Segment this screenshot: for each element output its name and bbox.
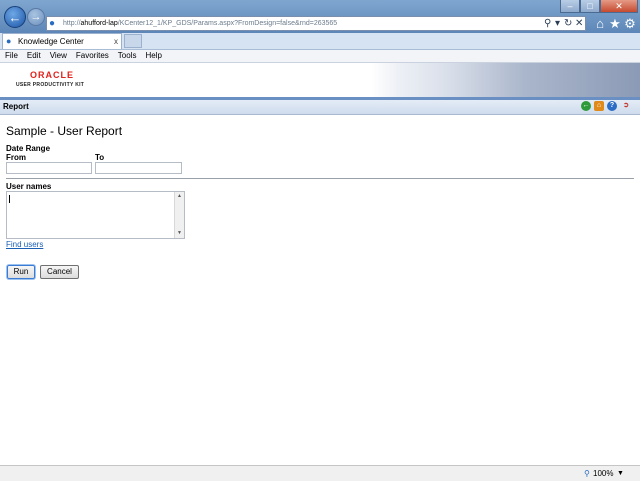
zoom-dropdown-icon[interactable]: ▼ bbox=[617, 468, 624, 479]
menu-favorites[interactable]: Favorites bbox=[71, 50, 113, 62]
search-icon[interactable]: ⚲ bbox=[544, 16, 551, 31]
section-divider bbox=[6, 178, 634, 179]
oracle-logo: ORACLE bbox=[30, 70, 74, 80]
ie-page-icon: ● bbox=[49, 18, 56, 29]
maximize-button[interactable]: □ bbox=[580, 0, 600, 13]
scroll-down-icon[interactable]: ▼ bbox=[175, 230, 184, 236]
back-button[interactable]: ← bbox=[4, 6, 26, 28]
tab-close-icon[interactable]: x bbox=[114, 36, 118, 47]
back-arrow-icon: ← bbox=[8, 9, 22, 25]
minimize-button[interactable]: – bbox=[560, 0, 580, 13]
textarea-scrollbar[interactable]: ▲ ▼ bbox=[174, 192, 184, 238]
tab-title: Knowledge Center bbox=[18, 37, 84, 46]
browser-titlebar: ← → ● http://ahufford-lap/KCenter12_1/KP… bbox=[0, 0, 640, 33]
find-users-link[interactable]: Find users bbox=[6, 240, 43, 249]
menu-bar: File Edit View Favorites Tools Help bbox=[0, 50, 640, 63]
green-back-icon[interactable]: ← bbox=[581, 101, 591, 111]
run-button[interactable]: Run bbox=[7, 265, 35, 279]
menu-view[interactable]: View bbox=[45, 50, 71, 62]
ie-page-icon: ● bbox=[6, 36, 12, 46]
cancel-button[interactable]: Cancel bbox=[40, 265, 79, 279]
zoom-level[interactable]: 100% bbox=[593, 468, 613, 479]
logout-icon[interactable]: ➲ bbox=[621, 101, 631, 111]
forward-arrow-icon: → bbox=[30, 11, 42, 23]
from-date-input[interactable] bbox=[6, 162, 92, 174]
to-date-input[interactable] bbox=[95, 162, 182, 174]
url-prefix: http:// bbox=[63, 20, 81, 27]
new-tab-button[interactable] bbox=[124, 34, 142, 48]
favorites-star-icon[interactable]: ★ bbox=[607, 16, 623, 32]
text-caret bbox=[9, 195, 10, 203]
report-header-bar: Report ← ⌂ ? ➲ bbox=[0, 100, 640, 115]
menu-file[interactable]: File bbox=[0, 50, 22, 62]
oracle-banner: ORACLE USER PRODUCTIVITY KIT bbox=[0, 63, 640, 97]
refresh-icon[interactable]: ↻ bbox=[564, 16, 572, 31]
to-label: To bbox=[95, 153, 105, 162]
home-icon[interactable]: ⌂ bbox=[592, 16, 608, 32]
user-names-label: User names bbox=[6, 182, 52, 191]
address-bar[interactable]: ● http://ahufford-lap/KCenter12_1/KP_GDS… bbox=[46, 16, 586, 31]
scroll-up-icon[interactable]: ▲ bbox=[175, 193, 184, 199]
menu-help[interactable]: Help bbox=[140, 50, 165, 62]
zoom-icon[interactable]: ⚲ bbox=[584, 468, 590, 479]
menu-tools[interactable]: Tools bbox=[113, 50, 141, 62]
stop-icon[interactable]: ✕ bbox=[575, 16, 583, 31]
forward-button[interactable]: → bbox=[27, 8, 45, 26]
page-title: Sample - User Report bbox=[6, 124, 123, 138]
user-names-textarea[interactable]: ▲ ▼ bbox=[6, 191, 185, 239]
from-label: From bbox=[6, 153, 26, 162]
url-host: ahufford-lap bbox=[80, 20, 118, 27]
menu-edit[interactable]: Edit bbox=[22, 50, 45, 62]
url-path: /KCenter12_1/KP_GDS/Params.aspx?FromDesi… bbox=[117, 20, 338, 27]
address-text: http://ahufford-lap/KCenter12_1/KP_GDS/P… bbox=[63, 18, 337, 30]
tools-gear-icon[interactable]: ⚙ bbox=[622, 16, 638, 32]
status-bar: ⚲ 100% ▼ bbox=[0, 465, 640, 481]
chevron-down-icon[interactable]: ▾ bbox=[555, 16, 560, 31]
home-icon[interactable]: ⌂ bbox=[594, 101, 604, 111]
date-range-label: Date Range bbox=[6, 144, 51, 153]
window-controls: – □ ✕ bbox=[560, 0, 638, 14]
product-name: USER PRODUCTIVITY KIT bbox=[16, 82, 85, 88]
report-label: Report bbox=[3, 102, 29, 111]
help-icon[interactable]: ? bbox=[607, 101, 617, 111]
tab-strip: ● Knowledge Center x bbox=[0, 33, 640, 50]
close-window-button[interactable]: ✕ bbox=[600, 0, 638, 13]
tab-knowledge-center[interactable]: ● Knowledge Center x bbox=[2, 33, 122, 49]
